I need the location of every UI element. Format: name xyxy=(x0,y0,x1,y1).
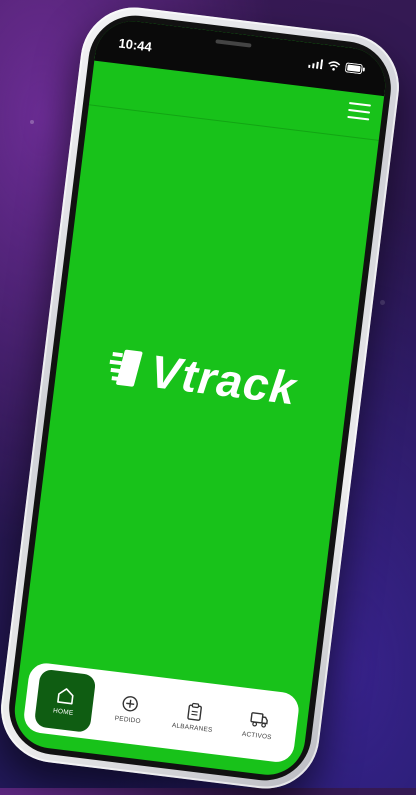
nav-home-label: HOME xyxy=(52,706,74,717)
logo-text: Vtrack xyxy=(147,344,300,415)
add-circle-icon xyxy=(122,695,138,711)
nav-activos[interactable]: ACTIVOS xyxy=(227,692,290,756)
vtrack-logo-icon xyxy=(109,349,143,387)
status-icons xyxy=(308,58,366,75)
phone-mockup: 10:44 Vtrack HOME PEDIDO ALBARANES ACTIV… xyxy=(0,1,406,795)
nav-home[interactable]: HOME xyxy=(33,668,96,733)
battery-icon xyxy=(345,62,365,75)
background-sparkle xyxy=(30,120,34,124)
speaker-grille xyxy=(215,39,252,48)
clipboard-icon xyxy=(186,702,202,721)
nav-albaranes[interactable]: ALBARANES xyxy=(162,684,225,748)
nav-pedido[interactable]: PEDIDO xyxy=(98,676,161,740)
bottom-navigation: HOME PEDIDO ALBARANES ACTIVOS xyxy=(22,661,301,764)
wifi-icon xyxy=(328,61,341,71)
nav-pedido-label: PEDIDO xyxy=(114,714,142,725)
signal-icon xyxy=(308,59,324,70)
truck-icon xyxy=(249,711,268,728)
hamburger-menu-icon[interactable] xyxy=(347,101,372,123)
app-screen: 10:44 Vtrack HOME PEDIDO ALBARANES ACTIV… xyxy=(10,16,390,780)
nav-albaranes-label: ALBARANES xyxy=(171,721,213,734)
home-icon xyxy=(56,687,74,704)
nav-activos-label: ACTIVOS xyxy=(241,730,273,741)
status-time: 10:44 xyxy=(117,35,153,55)
app-logo: Vtrack xyxy=(54,333,350,422)
background-sparkle xyxy=(380,300,385,305)
